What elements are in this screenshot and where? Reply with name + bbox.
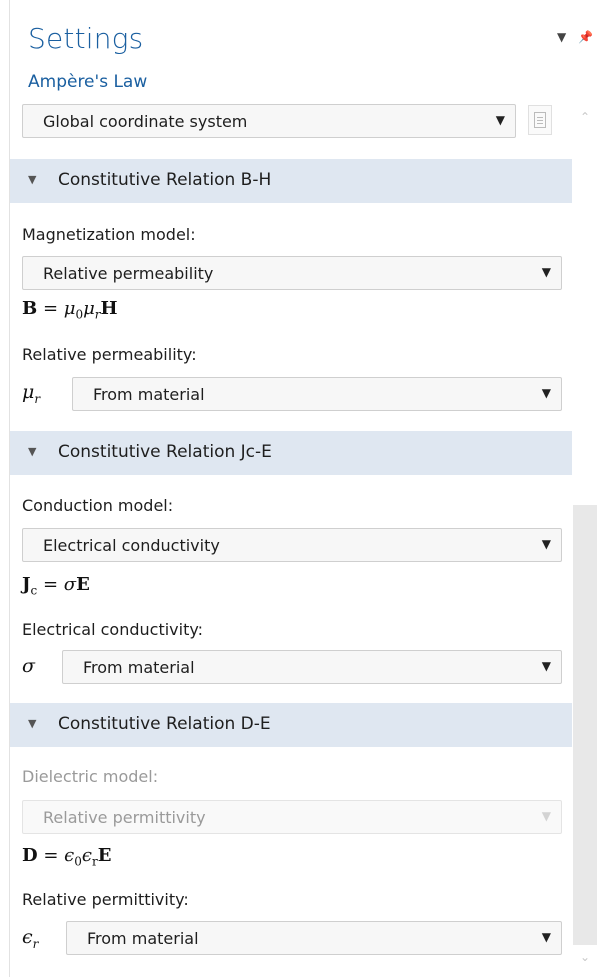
settings-panel: Settings ▼ 📌 Ampère's Law Global coordin… — [0, 0, 597, 977]
scrollbar-thumb[interactable] — [573, 505, 597, 945]
conduction-model-select[interactable]: Electrical conductivity ▼ — [22, 528, 562, 562]
epsilon-r-symbol: ϵr — [22, 926, 39, 951]
coordinate-system-value: Global coordinate system — [43, 112, 248, 131]
chevron-down-icon: ▼ — [541, 930, 551, 944]
page-title: Settings — [28, 22, 144, 55]
electrical-conductivity-label: Electrical conductivity: — [22, 620, 204, 639]
conduction-model-label: Conduction model: — [22, 496, 174, 515]
section-title: Constitutive Relation D-E — [58, 714, 271, 734]
triangle-down-icon: ▼ — [28, 717, 37, 730]
panel-controls: ▼ 📌 — [549, 30, 593, 44]
magnetization-model-label: Magnetization model: — [22, 225, 196, 244]
panel-border — [9, 0, 10, 977]
scroll-down-icon[interactable]: ⌄ — [580, 950, 590, 964]
coordinate-system-go-to-button[interactable] — [528, 105, 552, 135]
chevron-down-icon: ▼ — [541, 386, 551, 400]
chevron-down-icon: ▼ — [541, 265, 551, 279]
relative-permeability-value: From material — [93, 385, 205, 404]
chevron-down-icon: ▼ — [541, 809, 551, 823]
sigma-symbol: σ — [22, 655, 35, 677]
document-icon — [534, 112, 546, 128]
section-header-bh[interactable]: ▼ Constitutive Relation B-H — [10, 159, 572, 203]
jce-formula: Jc = σE — [22, 574, 90, 598]
electrical-conductivity-select[interactable]: From material ▼ — [62, 650, 562, 684]
bh-formula: B = μ0μrH — [22, 298, 118, 322]
relative-permeability-label: Relative permeability: — [22, 345, 197, 364]
dielectric-model-value: Relative permittivity — [43, 808, 206, 827]
coordinate-system-select[interactable]: Global coordinate system ▼ — [22, 104, 516, 138]
dielectric-model-select: Relative permittivity ▼ — [22, 800, 562, 834]
magnetization-model-value: Relative permeability — [43, 264, 214, 283]
relative-permittivity-label: Relative permittivity: — [22, 890, 189, 909]
dielectric-model-label: Dielectric model: — [22, 767, 159, 786]
panel-menu-icon[interactable]: ▼ — [557, 30, 566, 44]
conduction-model-value: Electrical conductivity — [43, 536, 220, 555]
relative-permittivity-value: From material — [87, 929, 199, 948]
triangle-down-icon: ▼ — [28, 445, 37, 458]
electrical-conductivity-value: From material — [83, 658, 195, 677]
section-title: Constitutive Relation Jc-E — [58, 442, 272, 462]
scroll-up-icon[interactable]: ⌃ — [580, 110, 590, 124]
triangle-down-icon: ▼ — [28, 173, 37, 186]
section-header-de[interactable]: ▼ Constitutive Relation D-E — [10, 703, 572, 747]
feature-name: Ampère's Law — [28, 72, 148, 92]
mu-r-symbol: μr — [22, 381, 41, 406]
chevron-down-icon: ▼ — [495, 113, 505, 127]
chevron-down-icon: ▼ — [541, 659, 551, 673]
section-header-jce[interactable]: ▼ Constitutive Relation Jc-E — [10, 431, 572, 475]
de-formula: D = ϵ0ϵrE — [22, 845, 112, 869]
chevron-down-icon: ▼ — [541, 537, 551, 551]
pin-icon[interactable]: 📌 — [578, 30, 593, 44]
section-title: Constitutive Relation B-H — [58, 170, 272, 190]
magnetization-model-select[interactable]: Relative permeability ▼ — [22, 256, 562, 290]
relative-permittivity-select[interactable]: From material ▼ — [66, 921, 562, 955]
relative-permeability-select[interactable]: From material ▼ — [72, 377, 562, 411]
